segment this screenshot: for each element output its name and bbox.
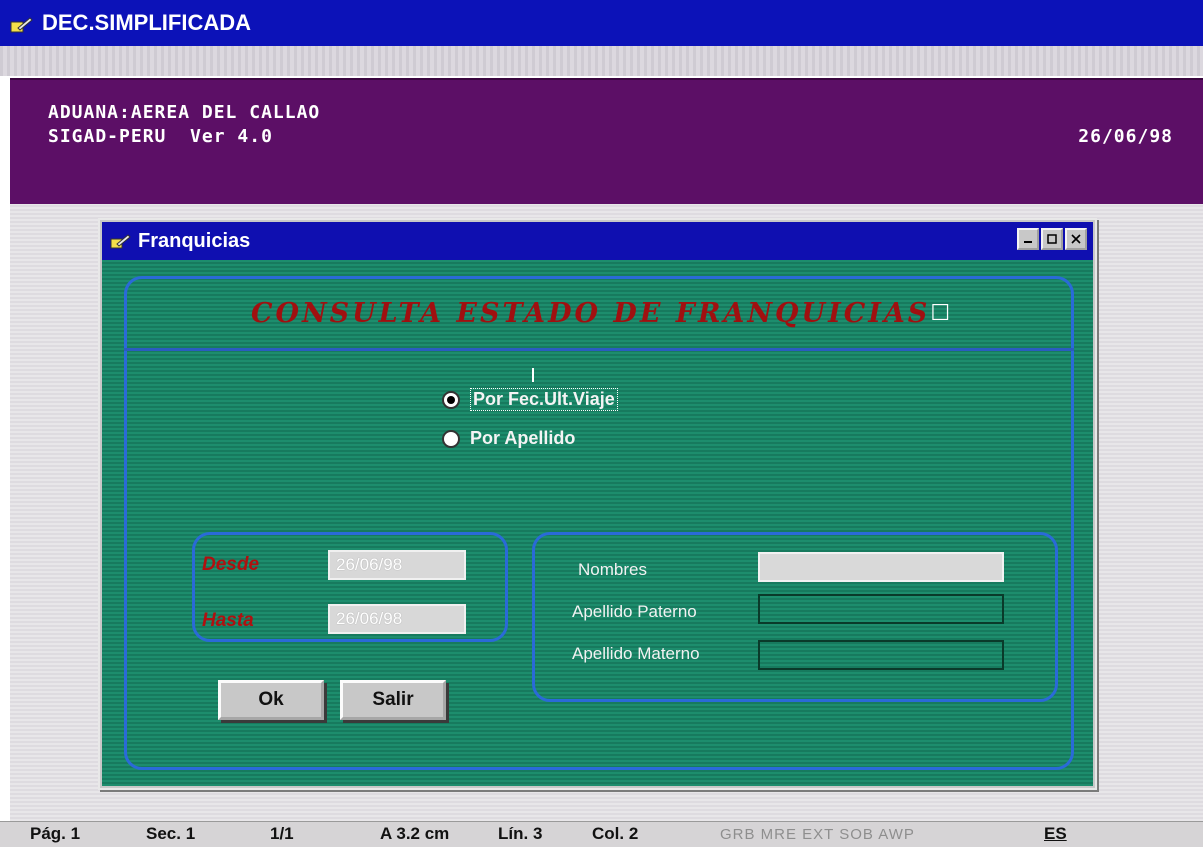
radio-button-selected[interactable]: [442, 390, 460, 409]
close-icon: [1071, 234, 1081, 244]
hasta-label: Hasta: [202, 610, 254, 631]
status-page: Pág. 1: [30, 824, 81, 843]
minimize-icon: [1024, 241, 1032, 243]
status-pages: 1/1: [270, 824, 294, 843]
dialog-body: CONSULTA ESTADO DE FRANQUICIAS☐ Por Fec.…: [102, 260, 1093, 786]
radio-button-unselected[interactable]: [442, 429, 460, 448]
hasta-date-field[interactable]: 26/06/98: [328, 604, 466, 634]
dialog-title: Franquicias: [138, 229, 251, 252]
status-line: Lín. 3: [498, 824, 543, 843]
maximize-icon: [1047, 234, 1057, 244]
system-version-label: SIGAD-PERU Ver 4.0: [48, 126, 273, 147]
radio-label-apellido: Por Apellido: [470, 428, 576, 448]
status-section: Sec. 1: [146, 824, 196, 843]
apellido-materno-label: Apellido Materno: [572, 644, 700, 663]
desde-label: Desde: [202, 554, 260, 575]
radio-por-apellido[interactable]: Por Apellido: [442, 428, 575, 449]
apellido-paterno-label: Apellido Paterno: [572, 602, 697, 621]
close-button[interactable]: [1065, 228, 1087, 250]
apellido-paterno-field[interactable]: [758, 594, 1004, 624]
status-position: A 3.2 cm: [380, 824, 450, 843]
radio-label-fecha: Por Fec.Ult.Viaje: [470, 388, 618, 411]
header-band: ADUANA:AEREA DEL CALLAO SIGAD-PERU Ver 4…: [10, 78, 1203, 204]
text-cursor: [532, 368, 534, 382]
minimize-button[interactable]: [1017, 228, 1039, 250]
desde-date-field[interactable]: 26/06/98: [328, 550, 466, 580]
status-bar: Pág. 1 Sec. 1 1/1 A 3.2 cm Lín. 3 Col. 2…: [0, 821, 1203, 847]
franquicias-window: Franquicias CONSULTA ESTADO DE FRANQUICI…: [98, 218, 1097, 790]
salir-button[interactable]: Salir: [340, 680, 446, 720]
heading-box-glyph: ☐: [930, 301, 954, 326]
nombres-label: Nombres: [578, 560, 647, 579]
status-language: ES: [1044, 824, 1067, 843]
apellido-materno-field[interactable]: [758, 640, 1004, 670]
ok-button[interactable]: Ok: [218, 680, 324, 720]
status-modes: GRB MRE EXT SOB AWP: [720, 826, 915, 843]
header-date: 26/06/98: [1078, 126, 1173, 147]
window-icon: [110, 233, 132, 249]
customs-office-label: ADUANA:AEREA DEL CALLAO: [48, 102, 321, 123]
nombres-field[interactable]: [758, 552, 1004, 582]
main-title-bar: DEC.SIMPLIFICADA: [0, 0, 1203, 46]
maximize-button[interactable]: [1041, 228, 1063, 250]
consulta-heading-text: CONSULTA ESTADO DE FRANQUICIAS: [250, 298, 931, 329]
header-divider: [124, 348, 1074, 351]
consulta-heading: CONSULTA ESTADO DE FRANQUICIAS☐: [102, 298, 1102, 329]
status-column: Col. 2: [592, 824, 639, 843]
menu-bar: [0, 46, 1203, 76]
franquicias-title-bar[interactable]: Franquicias: [102, 222, 1093, 260]
main-window-title: DEC.SIMPLIFICADA: [42, 10, 251, 35]
app-icon: [10, 14, 34, 33]
radio-por-fecha[interactable]: Por Fec.Ult.Viaje: [442, 388, 618, 411]
